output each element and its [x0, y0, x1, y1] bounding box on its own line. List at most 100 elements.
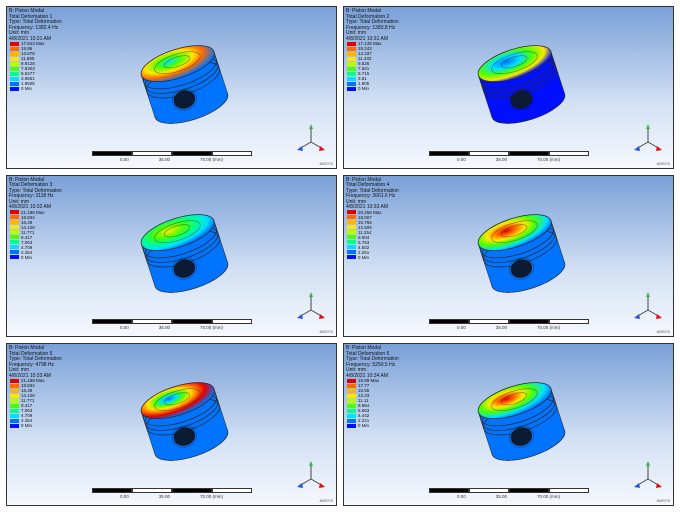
scale-segment: [92, 319, 132, 324]
scale-label: 70.00 (mm): [200, 157, 223, 162]
panel-header-text: B: Piston Modal Total Deformation 3 Type…: [9, 178, 62, 211]
legend-swatch: 0 Min: [10, 255, 45, 260]
legend-color-box: [347, 215, 356, 219]
axis-triad-icon: [633, 461, 663, 491]
legend-color-box: [10, 72, 19, 76]
piston-model: [127, 369, 242, 474]
ansys-logo: ANSYS: [319, 329, 333, 334]
scale-bar: 0.00 35.00 70.00 (mm): [92, 488, 252, 499]
legend-color-box: [347, 82, 356, 86]
legend-color-box: [10, 87, 19, 91]
scale-label: 35.00: [496, 157, 507, 162]
legend-color-box: [10, 42, 19, 46]
axis-triad-icon: [633, 124, 663, 154]
legend-color-box: [10, 399, 19, 403]
legend-color-box: [10, 215, 19, 219]
simulation-panel: B: Piston Modal Total Deformation 1 Type…: [6, 6, 337, 169]
legend-color-box: [347, 67, 356, 71]
legend-color-box: [10, 250, 19, 254]
legend-color-box: [10, 235, 19, 239]
legend-color-box: [347, 42, 356, 46]
scale-segment: [212, 488, 252, 493]
scale-label: 0.00: [457, 494, 466, 499]
piston-model: [464, 32, 579, 137]
color-legend: 19.99 Max17.7715.5513.3311.118.8846.6634…: [347, 378, 379, 428]
scale-label: 35.00: [496, 325, 507, 330]
scale-bar: 0.0035.0070.00 (mm): [92, 151, 252, 162]
legend-color-box: [10, 404, 19, 408]
legend-color-box: [10, 52, 19, 56]
scale-label: 35.00: [159, 325, 170, 330]
legend-color-box: [347, 225, 356, 229]
legend-color-box: [347, 52, 356, 56]
legend-color-box: [10, 77, 19, 81]
legend-color-box: [10, 419, 19, 423]
legend-color-box: [10, 62, 19, 66]
legend-color-box: [10, 414, 19, 418]
legend-swatch: 0 Min: [347, 86, 382, 91]
legend-color-box: [347, 210, 356, 214]
legend-color-box: [10, 230, 19, 234]
legend-color-box: [347, 72, 356, 76]
legend-value: 0 Min: [21, 86, 32, 91]
scale-label: 0.00: [120, 494, 129, 499]
scale-segment: [132, 488, 172, 493]
legend-color-box: [347, 399, 356, 403]
legend-swatch: 0 Min: [10, 86, 45, 91]
legend-color-box: [347, 419, 356, 423]
simulation-panel: B: Piston Modal Total Deformation 3 Type…: [6, 175, 337, 338]
scale-label: 70.00 (mm): [537, 325, 560, 330]
scale-label: 0.00: [120, 157, 129, 162]
legend-color-box: [347, 414, 356, 418]
legend-color-box: [347, 250, 356, 254]
scale-segment: [429, 488, 469, 493]
panel-header-text: B: Piston Modal Total Deformation 2 Type…: [346, 9, 399, 42]
legend-color-box: [10, 67, 19, 71]
scale-label: 70.00 (mm): [200, 494, 223, 499]
legend-value: 0 Min: [21, 255, 32, 260]
legend-swatch: 0 Min: [347, 423, 379, 428]
piston-model: [127, 32, 242, 137]
scale-bar: 0.0035.0070.00 (mm): [429, 151, 589, 162]
axis-triad-icon: [296, 124, 326, 154]
legend-color-box: [347, 77, 356, 81]
scale-segment: [92, 151, 132, 156]
color-legend: 20.258 Max18.00715.75613.50511.2549.0046…: [347, 210, 382, 260]
piston-model: [464, 369, 579, 474]
scale-segment: [469, 151, 509, 156]
piston-model: [127, 201, 242, 306]
legend-color-box: [10, 245, 19, 249]
panel-header-text: B: Piston Modal Total Deformation 4 Type…: [346, 178, 399, 211]
legend-value: 0 Min: [21, 423, 32, 428]
panel-header-text: B: Piston Modal Total Deformation 5 Type…: [9, 346, 62, 379]
scale-label: 35.00: [159, 494, 170, 499]
scale-segment: [549, 151, 589, 156]
piston-model: [464, 201, 579, 306]
scale-segment: [509, 319, 549, 324]
ansys-logo: ANSYS: [656, 161, 670, 166]
legend-color-box: [347, 389, 356, 393]
legend-color-box: [347, 404, 356, 408]
legend-color-box: [10, 409, 19, 413]
legend-color-box: [347, 245, 356, 249]
scale-segment: [549, 319, 589, 324]
legend-value: 0 Min: [358, 255, 369, 260]
simulation-panel: B: Piston Modal Total Deformation 5 Type…: [6, 343, 337, 506]
scale-label: 35.00: [496, 494, 507, 499]
scale-segment: [132, 151, 172, 156]
legend-color-box: [347, 379, 356, 383]
scale-bar: 0.0035.0070.00 (mm): [429, 319, 589, 330]
legend-color-box: [10, 255, 19, 259]
legend-color-box: [347, 87, 356, 91]
legend-color-box: [347, 394, 356, 398]
legend-color-box: [10, 82, 19, 86]
scale-segment: [212, 319, 252, 324]
color-legend: 17.148 Max15.24313.33711.4329.5267.6215.…: [347, 41, 382, 91]
simulation-panel: B: Piston Modal Total Deformation 6 Type…: [343, 343, 674, 506]
scale-label: 70.00 (mm): [537, 157, 560, 162]
axis-triad-icon: [296, 461, 326, 491]
scale-segment: [549, 488, 589, 493]
scale-segment: [212, 151, 252, 156]
legend-value: 0 Min: [358, 86, 369, 91]
scale-bar: 0.0035.0070.00 (mm): [429, 488, 589, 499]
